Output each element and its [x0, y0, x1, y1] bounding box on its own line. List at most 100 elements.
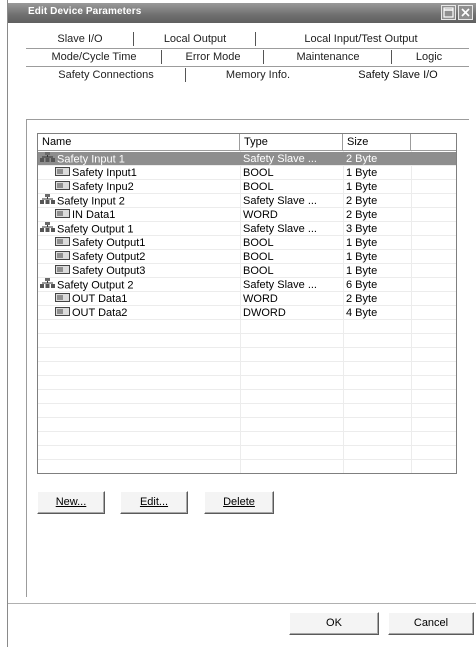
- table-row[interactable]: Safety Input 1 Safety Slave ... 2 Byte: [38, 152, 456, 166]
- column-header-type[interactable]: Type: [240, 134, 343, 150]
- cell-size: 2 Byte: [346, 195, 378, 207]
- cell-name: Safety Input 2: [40, 194, 238, 208]
- row-name-text: Safety Input 2: [57, 195, 125, 208]
- row-gridline: [38, 277, 456, 278]
- io-point-icon: [55, 166, 70, 180]
- table-row[interactable]: Safety Input1 BOOL 1 Byte: [38, 166, 456, 180]
- cell-name: Safety Inpu2: [40, 180, 238, 194]
- cell-size: 1 Byte: [346, 265, 378, 277]
- table-row[interactable]: Safety Output 2 Safety Slave ... 6 Byte: [38, 278, 456, 292]
- new-button[interactable]: New...: [37, 491, 105, 514]
- cell-name: Safety Output2: [40, 250, 238, 264]
- cell-name: OUT Data2: [40, 306, 238, 320]
- cell-name: Safety Output 1: [40, 222, 238, 236]
- table-row[interactable]: Safety Output1 BOOL 1 Byte: [38, 236, 456, 250]
- network-group-icon: [40, 194, 55, 208]
- edit-button[interactable]: Edit...: [120, 491, 188, 514]
- cell-name: Safety Output1: [40, 236, 238, 250]
- row-gridline: [38, 417, 456, 418]
- table-row[interactable]: Safety Input 2 Safety Slave ... 2 Byte: [38, 194, 456, 208]
- tab-safety-connections[interactable]: Safety Connections: [26, 67, 186, 86]
- row-gridline: [38, 193, 456, 194]
- table-row[interactable]: OUT Data2 DWORD 4 Byte: [38, 306, 456, 320]
- title-bar[interactable]: Edit Device Parameters: [8, 3, 476, 23]
- cell-type: Safety Slave ...: [243, 153, 317, 165]
- cell-size: 2 Byte: [346, 153, 378, 165]
- row-name-text: Safety Inpu2: [72, 181, 134, 193]
- table-row[interactable]: IN Data1 WORD 2 Byte: [38, 208, 456, 222]
- cell-type: BOOL: [243, 237, 274, 249]
- row-name-text: IN Data1: [72, 209, 116, 221]
- row-gridline: [38, 445, 456, 446]
- delete-button[interactable]: Delete: [204, 491, 274, 514]
- io-point-icon: [55, 250, 70, 264]
- row-gridline: [38, 291, 456, 292]
- row-gridline: [38, 221, 456, 222]
- row-gridline: [38, 375, 456, 376]
- window-title: Edit Device Parameters: [28, 6, 142, 17]
- cell-size: 2 Byte: [346, 293, 378, 305]
- cell-size: 4 Byte: [346, 307, 378, 319]
- cell-size: 3 Byte: [346, 223, 378, 235]
- network-group-icon: [40, 278, 55, 292]
- row-gridline: [38, 361, 456, 362]
- row-gridline: [38, 179, 456, 180]
- row-gridline: [38, 431, 456, 432]
- cell-type: BOOL: [243, 167, 274, 179]
- network-group-icon: [40, 152, 55, 166]
- row-gridline: [38, 249, 456, 250]
- cell-name: Safety Input1: [40, 166, 238, 180]
- row-gridline: [38, 165, 456, 166]
- cell-size: 1 Byte: [346, 167, 378, 179]
- column-header-size[interactable]: Size: [343, 134, 411, 150]
- table-row[interactable]: Safety Output3 BOOL 1 Byte: [38, 264, 456, 278]
- cell-name: IN Data1: [40, 208, 238, 222]
- cell-type: Safety Slave ...: [243, 223, 317, 235]
- ok-button[interactable]: OK: [289, 612, 379, 635]
- io-point-icon: [55, 264, 70, 278]
- row-gridline: [38, 347, 456, 348]
- cell-size: 1 Byte: [346, 237, 378, 249]
- io-point-icon: [55, 180, 70, 194]
- io-point-icon: [55, 236, 70, 250]
- row-gridline: [38, 333, 456, 334]
- row-gridline: [38, 473, 457, 474]
- table-row[interactable]: Safety Output2 BOOL 1 Byte: [38, 250, 456, 264]
- close-icon[interactable]: [458, 5, 473, 20]
- row-name-text: Safety Output 1: [57, 223, 134, 236]
- tab-memory-info[interactable]: Memory Info.: [186, 67, 330, 86]
- cell-type: Safety Slave ...: [243, 195, 317, 207]
- window-menu-icon[interactable]: [441, 5, 456, 20]
- cancel-button[interactable]: Cancel: [388, 612, 474, 635]
- column-header-name[interactable]: Name: [38, 134, 240, 150]
- table-row[interactable]: Safety Output 1 Safety Slave ... 3 Byte: [38, 222, 456, 236]
- io-point-icon: [55, 208, 70, 222]
- row-name-text: OUT Data1: [72, 293, 128, 305]
- row-gridline: [38, 263, 456, 264]
- cell-type: DWORD: [243, 307, 286, 319]
- cell-size: 6 Byte: [346, 279, 378, 291]
- row-gridline: [38, 403, 456, 404]
- row-name-text: Safety Output2: [72, 251, 146, 263]
- row-gridline: [38, 459, 456, 460]
- row-gridline: [38, 389, 456, 390]
- cell-type: WORD: [243, 209, 278, 221]
- table-header: Name Type Size: [38, 134, 456, 151]
- row-gridline: [38, 305, 456, 306]
- cell-name: OUT Data1: [40, 292, 238, 306]
- cell-name: Safety Output3: [40, 264, 238, 278]
- tab-safety-slave-io[interactable]: Safety Slave I/O: [330, 67, 466, 86]
- cell-type: WORD: [243, 293, 278, 305]
- row-name-text: Safety Input 1: [57, 153, 125, 166]
- cell-size: 1 Byte: [346, 181, 378, 193]
- table-row[interactable]: Safety Inpu2 BOOL 1 Byte: [38, 180, 456, 194]
- safety-slave-io-panel: Name Type Size Safety Input 1 Safety Slav…: [26, 120, 476, 597]
- row-gridline: [38, 319, 456, 320]
- cell-size: 2 Byte: [346, 209, 378, 221]
- table-row[interactable]: OUT Data1 WORD 2 Byte: [38, 292, 456, 306]
- cell-type: Safety Slave ...: [243, 279, 317, 291]
- network-group-icon: [40, 222, 55, 236]
- io-table[interactable]: Name Type Size Safety Input 1 Safety Slav…: [37, 133, 457, 474]
- row-name-text: Safety Output3: [72, 265, 146, 277]
- tab-row-3: Safety Connections Memory Info. Safety S…: [26, 67, 476, 86]
